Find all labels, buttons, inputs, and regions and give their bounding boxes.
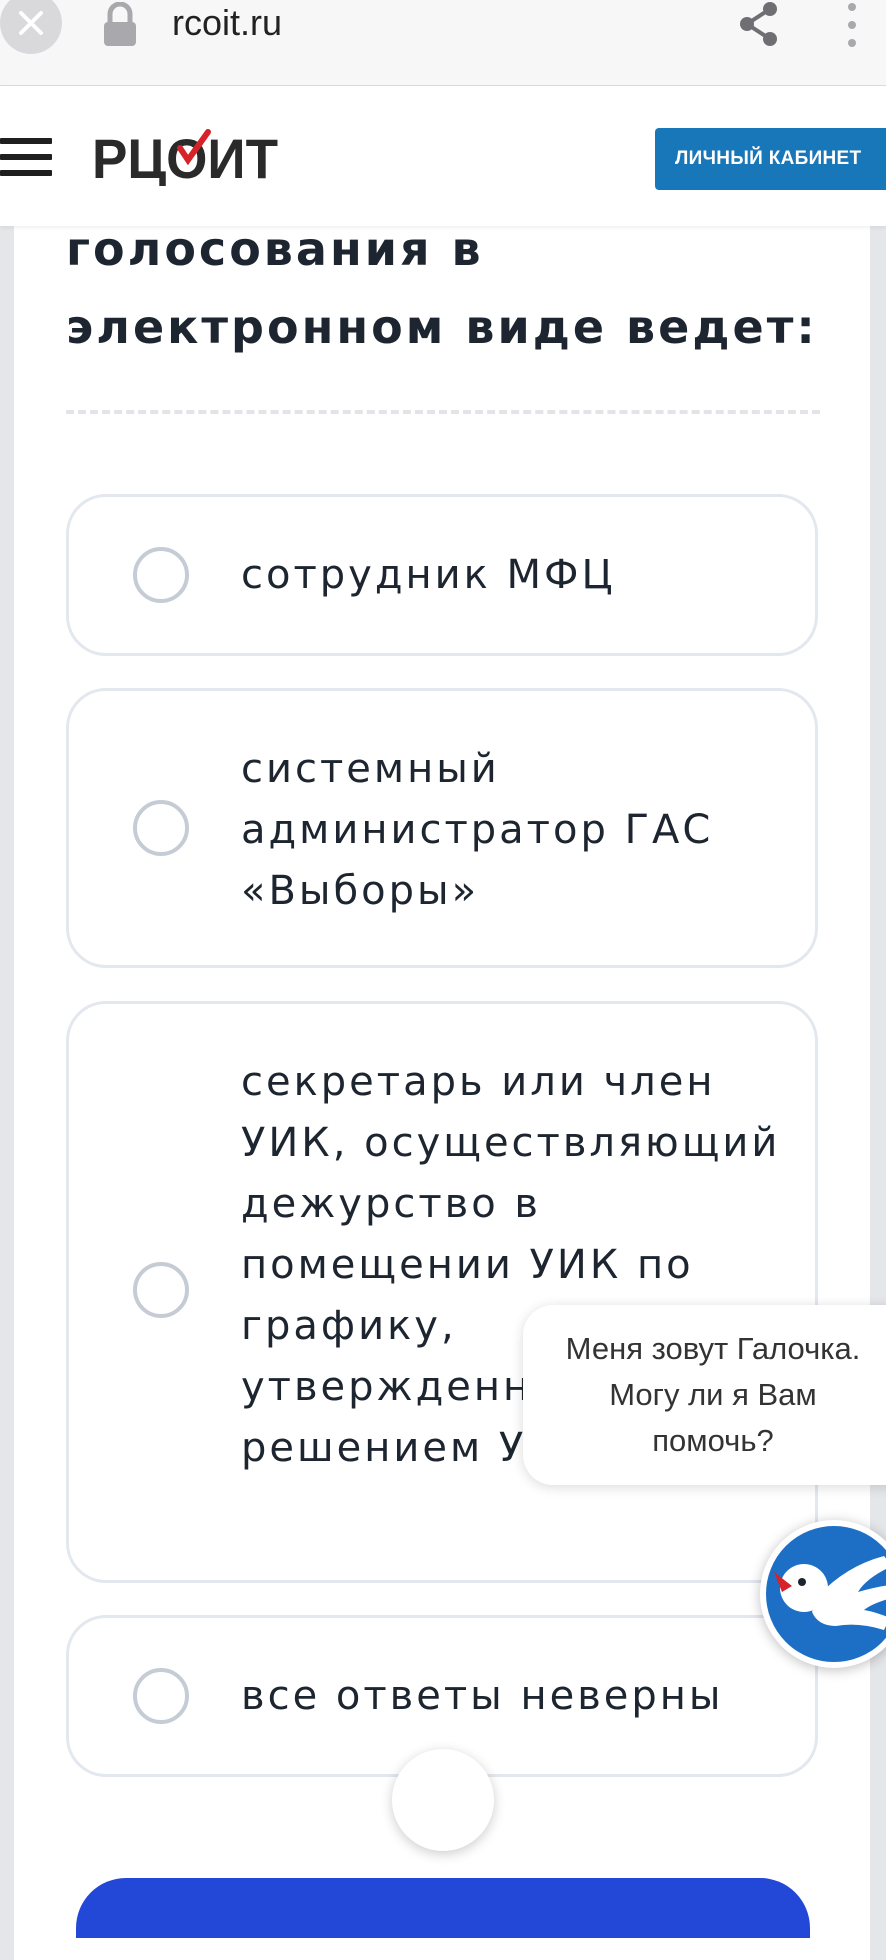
radio-button[interactable] [133,1262,189,1318]
close-tab-button[interactable] [0,0,62,54]
scroll-handle[interactable] [392,1749,494,1851]
site-logo[interactable]: РЦОИТ [92,126,282,186]
more-menu-icon[interactable] [846,2,858,48]
chat-greeting-bubble[interactable]: Меня зовут Галочка. Могу ли я Вам помочь… [523,1305,886,1485]
radio-button[interactable] [133,547,189,603]
lock-icon [104,2,136,46]
radio-button[interactable] [133,1668,189,1724]
question-divider [66,410,820,414]
site-header: РЦОИТ ЛИЧНЫЙ КАБИНЕТ [0,86,886,226]
browser-url-bar: rcoit.ru [0,0,886,86]
answer-option-2[interactable]: системный администратор ГАС «Выборы» [66,688,818,968]
close-icon [19,11,43,35]
answer-label: все ответы неверны [241,1673,724,1719]
answer-label: сотрудник МФЦ [241,552,616,598]
answer-label: системный администратор ГАС «Выборы» [241,746,714,914]
question-text: голосования в электронном виде ведет: [66,222,818,354]
personal-account-button[interactable]: ЛИЧНЫЙ КАБИНЕТ [655,128,886,190]
assistant-mascot-icon [774,1556,886,1630]
submit-button[interactable] [76,1878,810,1938]
answer-option-1[interactable]: сотрудник МФЦ [66,494,818,656]
chat-greeting-text: Меня зовут Галочка. Могу ли я Вам помочь… [565,1331,861,1458]
share-icon[interactable] [736,0,782,50]
radio-button[interactable] [133,800,189,856]
hamburger-menu-icon[interactable] [0,138,52,176]
answer-option-3[interactable]: секретарь или член УИК, осуществляющий д… [66,1001,818,1583]
url-text[interactable]: rcoit.ru [172,2,282,44]
